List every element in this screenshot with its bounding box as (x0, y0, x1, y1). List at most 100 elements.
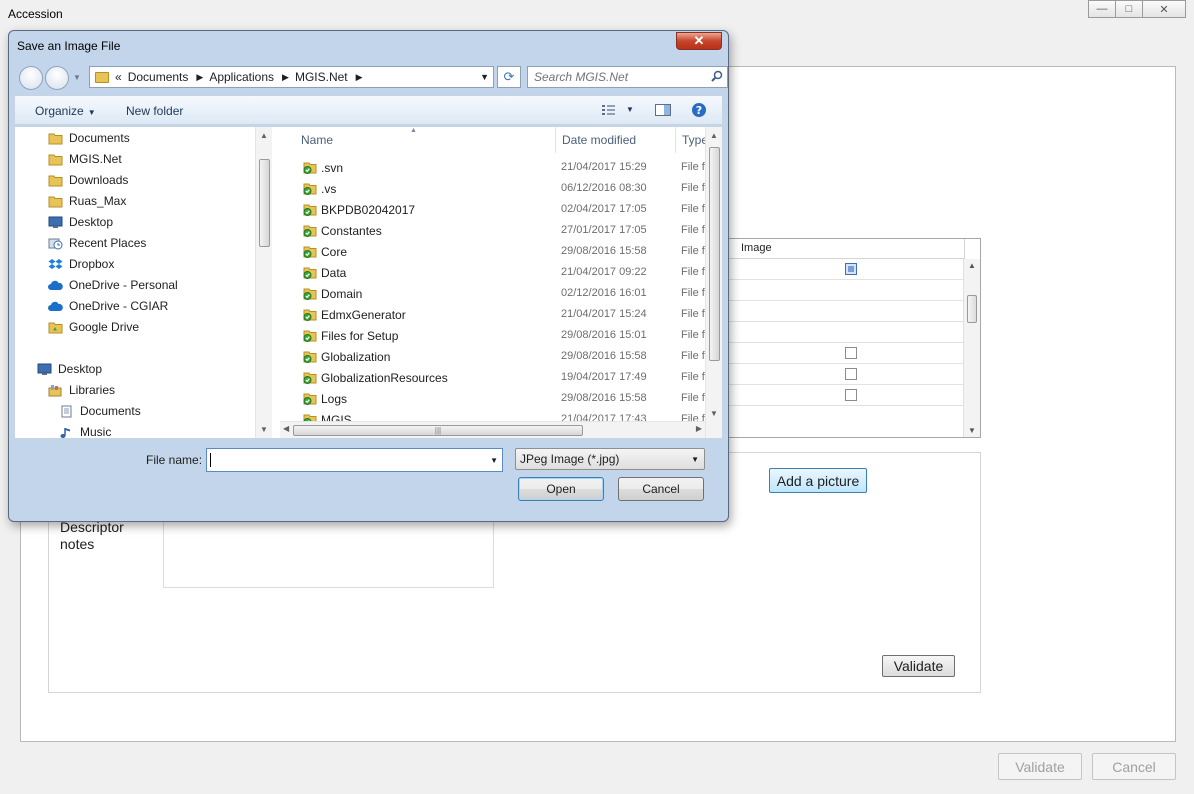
grid-row[interactable] (717, 364, 964, 385)
validate-button[interactable]: Validate (998, 753, 1082, 780)
refresh-button[interactable]: ⟳ (497, 66, 521, 88)
image-checkbox[interactable] (845, 389, 857, 401)
dialog-cancel-button[interactable]: Cancel (618, 477, 704, 501)
column-separator[interactable] (555, 127, 556, 153)
nav-item-music[interactable]: Music (59, 422, 111, 438)
validate-notes-button[interactable]: Validate (882, 655, 955, 677)
add-picture-button[interactable]: Add a picture (769, 468, 867, 493)
close-button[interactable]: ✕ (1142, 0, 1186, 18)
nav-item-desktop[interactable]: Desktop (37, 359, 102, 379)
back-button[interactable] (19, 66, 43, 90)
file-scrollbar[interactable]: ▲ ▼ (705, 127, 722, 438)
nav-item-onedrive-personal[interactable]: OneDrive - Personal (48, 275, 178, 295)
grid-scrollbar[interactable]: ▲ ▼ (963, 259, 980, 437)
nav-item-documents[interactable]: Documents (48, 128, 130, 148)
nav-item-downloads[interactable]: Downloads (48, 170, 128, 190)
file-scroll-thumb[interactable] (709, 147, 720, 361)
nav-item-dropbox[interactable]: Dropbox (48, 254, 114, 274)
nav-item-desktop[interactable]: Desktop (48, 212, 113, 232)
synced-folder-icon (303, 372, 317, 384)
file-name: Files for Setup (321, 329, 399, 343)
nav-item-mgis-net[interactable]: MGIS.Net (48, 149, 122, 169)
help-icon[interactable]: ? (690, 102, 708, 118)
desktop-icon (48, 216, 63, 228)
file-row[interactable]: Data 21/04/2017 09:22 File fo (280, 263, 705, 284)
file-row[interactable]: EdmxGenerator 21/04/2017 15:24 File fo (280, 305, 705, 326)
search-input[interactable]: Search MGIS.Net (527, 66, 728, 88)
open-button[interactable]: Open (518, 477, 604, 501)
image-checkbox[interactable] (845, 368, 857, 380)
organize-menu[interactable]: Organize ▼ (35, 104, 96, 118)
scroll-left-icon[interactable]: ◀ (283, 424, 289, 433)
chevron-right-icon[interactable]: ▶ (356, 72, 363, 83)
grid-row[interactable] (717, 385, 964, 406)
file-hscroll-thumb[interactable]: ||| (293, 425, 583, 436)
cancel-button[interactable]: Cancel (1092, 753, 1176, 780)
scroll-up-icon[interactable]: ▲ (710, 131, 718, 140)
grid-row[interactable] (717, 259, 964, 280)
address-bar[interactable]: « Documents ▶ Applications ▶ MGIS.Net ▶ … (89, 66, 494, 88)
chevron-right-icon[interactable]: ▶ (196, 72, 203, 83)
address-dropdown-icon[interactable]: ▼ (480, 72, 489, 82)
file-name-input[interactable]: ▼ (206, 448, 503, 472)
image-checkbox[interactable] (845, 347, 857, 359)
file-row[interactable]: Core 29/08/2016 15:58 File fo (280, 242, 705, 263)
search-icon[interactable] (711, 70, 723, 82)
nav-item-documents[interactable]: Documents (59, 401, 141, 421)
file-name: .vs (321, 182, 337, 196)
chevron-right-icon[interactable]: ▶ (282, 72, 289, 83)
image-checkbox[interactable] (845, 263, 857, 275)
descriptor-notes-textarea[interactable] (163, 514, 494, 588)
image-column-header[interactable]: Image (741, 242, 772, 254)
nav-item-onedrive-cgiar[interactable]: OneDrive - CGIAR (48, 296, 168, 316)
file-row[interactable]: .svn 21/04/2017 15:29 File fo (280, 158, 705, 179)
minimize-button[interactable]: — (1088, 0, 1116, 18)
scroll-up-icon[interactable]: ▲ (968, 261, 976, 270)
preview-pane-icon[interactable] (654, 102, 672, 118)
scroll-down-icon[interactable]: ▼ (710, 409, 718, 418)
grid-row[interactable] (717, 343, 964, 364)
scroll-up-icon[interactable]: ▲ (260, 131, 268, 140)
breadcrumb-documents[interactable]: Documents (128, 70, 189, 84)
chevron-down-icon: ▼ (691, 455, 699, 464)
nav-item-recent-places[interactable]: Recent Places (48, 233, 146, 253)
nav-item-google-drive[interactable]: Google Drive (48, 317, 139, 337)
file-row[interactable]: Logs 29/08/2016 15:58 File fo (280, 389, 705, 410)
file-row[interactable]: Files for Setup 29/08/2016 15:01 File fo (280, 326, 705, 347)
nav-item-libraries[interactable]: Libraries (48, 380, 115, 400)
breadcrumb-applications[interactable]: Applications (209, 70, 274, 84)
file-date-modified: 02/04/2017 17:05 (561, 203, 647, 215)
scroll-right-icon[interactable]: ▶ (696, 424, 702, 433)
scroll-down-icon[interactable]: ▼ (968, 426, 976, 435)
name-column-header[interactable]: Name (301, 133, 333, 147)
scroll-down-icon[interactable]: ▼ (260, 425, 268, 434)
forward-button[interactable] (45, 66, 69, 90)
date-modified-column-header[interactable]: Date modified (562, 133, 636, 147)
file-row[interactable]: .vs 06/12/2016 08:30 File fo (280, 179, 705, 200)
file-row[interactable]: Globalization 29/08/2016 15:58 File fo (280, 347, 705, 368)
nav-scroll-thumb[interactable] (259, 159, 270, 247)
file-row[interactable]: GlobalizationResources 19/04/2017 17:49 Fi… (280, 368, 705, 389)
file-hscrollbar[interactable]: ◀ ||| ▶ (280, 421, 705, 438)
scroll-thumb[interactable] (967, 295, 977, 323)
dialog-close-button[interactable]: ✕ (676, 32, 722, 50)
view-dropdown-icon[interactable]: ▼ (626, 105, 634, 114)
grid-row[interactable] (717, 301, 964, 322)
file-row[interactable]: BKPDB02042017 02/04/2017 17:05 File fo (280, 200, 705, 221)
column-separator[interactable] (675, 127, 676, 153)
grid-row[interactable] (717, 280, 964, 301)
view-list-icon[interactable] (600, 102, 618, 118)
nav-item-ruas-max[interactable]: Ruas_Max (48, 191, 126, 211)
grid-row[interactable] (717, 322, 964, 343)
maximize-button[interactable]: □ (1115, 0, 1143, 18)
new-folder-button[interactable]: New folder (126, 104, 183, 118)
file-row[interactable]: Domain 02/12/2016 16:01 File fo (280, 284, 705, 305)
synced-folder-icon (303, 204, 317, 216)
breadcrumb-mgis-net[interactable]: MGIS.Net (295, 70, 348, 84)
file-row[interactable]: Constantes 27/01/2017 17:05 File fo (280, 221, 705, 242)
chevron-down-icon[interactable]: ▼ (490, 456, 498, 465)
breadcrumb-overflow[interactable]: « (115, 70, 122, 84)
nav-scrollbar[interactable]: ▲ ▼ (255, 127, 272, 438)
file-type-select[interactable]: JPeg Image (*.jpg) ▼ (515, 448, 705, 470)
recent-pages-dropdown-icon[interactable]: ▼ (73, 73, 81, 82)
